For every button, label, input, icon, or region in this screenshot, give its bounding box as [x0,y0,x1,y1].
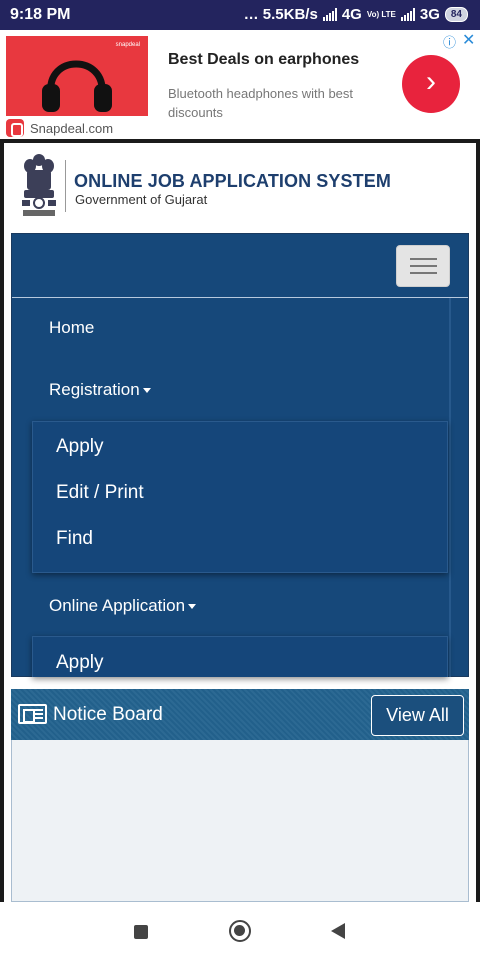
volte-indicator: Vo) LTE [366,9,396,19]
caret-down-icon [188,604,197,610]
site-title[interactable]: ONLINE JOB APPLICATION SYSTEM [74,171,391,192]
network-type-2: 3G [419,6,440,23]
signal-icon [322,8,337,21]
ad-banner[interactable]: snapdeal Snapdeal.com Best Deals on earp… [0,30,480,140]
signal-icon-2 [400,8,415,21]
caret-down-icon [142,388,151,394]
snapdeal-logo-icon [6,119,24,137]
status-time: 9:18 PM [10,6,71,23]
header-divider [65,160,66,212]
status-bar: 9:18 PM … 5.5KB/s 4G Vo) LTE 3G 84 [0,0,480,30]
nav-item-label: Online Application [49,596,186,615]
dropdown-item-find[interactable]: Find [56,528,93,550]
nav-divider [12,297,468,298]
ad-title[interactable]: Best Deals on earphones [168,51,359,69]
nav-item-home[interactable]: Home [49,318,94,338]
state-emblem-icon [22,154,56,216]
nav-item-label: Registration [49,380,140,399]
info-icon[interactable]: ⓘ [443,32,456,51]
headphones-icon [42,60,112,112]
ad-source[interactable]: Snapdeal.com [6,116,148,140]
dropdown-item-apply-online[interactable]: Apply [56,652,104,674]
nav-scroll-edge [449,298,451,677]
dropdown-item-apply[interactable]: Apply [56,436,104,458]
home-icon[interactable] [229,920,251,942]
dropdown-item-edit-print[interactable]: Edit / Print [56,482,144,504]
menu-toggle-button[interactable] [396,245,450,287]
battery-icon: 84 [444,7,468,22]
network-type-1: 4G [341,6,362,23]
view-all-button[interactable]: View All [371,695,464,736]
ad-image-tag: snapdeal [115,42,140,48]
status-indicators: … 5.5KB/s 4G Vo) LTE 3G 84 [244,6,468,23]
nav-item-online-application[interactable]: Online Application [49,596,197,616]
close-icon[interactable]: ✕ [462,30,475,50]
chevron-right-icon[interactable]: › [402,55,460,113]
ad-description: Bluetooth headphones with best discounts [168,86,354,120]
newspaper-icon [18,704,47,724]
nav-item-label: Home [49,318,95,337]
site-subtitle: Government of Gujarat [75,192,208,207]
notice-board-title: Notice Board [53,704,163,725]
back-icon[interactable] [331,923,345,939]
recents-icon[interactable] [134,925,148,939]
ad-source-label: Snapdeal.com [30,120,114,136]
nav-item-registration[interactable]: Registration [49,380,151,400]
network-speed: … 5.5KB/s [243,6,318,23]
